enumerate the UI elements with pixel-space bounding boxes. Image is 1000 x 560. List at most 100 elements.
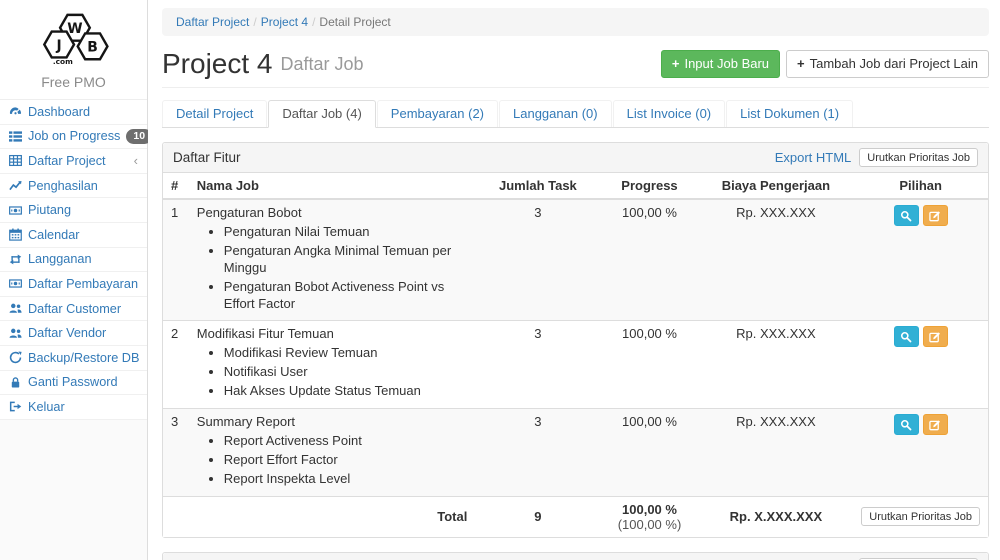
breadcrumb-separator: / <box>312 15 315 29</box>
urutkan-prioritas-job-button[interactable]: Urutkan Prioritas Job <box>859 148 978 167</box>
subtask-item: Modifikasi Review Temuan <box>224 344 468 363</box>
job-name: Summary Report <box>197 414 295 429</box>
sidebar-item-ganti-password[interactable]: Ganti Password <box>0 371 147 396</box>
job-name: Pengaturan Bobot <box>197 205 302 220</box>
edit-job-button[interactable] <box>923 326 948 347</box>
tambah-job-dari-project-lain-button[interactable]: +Tambah Job dari Project Lain <box>786 50 989 79</box>
breadcrumb-current: Detail Project <box>319 15 390 29</box>
progress-value: 100,00 % <box>600 409 698 497</box>
column-header: Progress <box>600 173 698 199</box>
task-count: 3 <box>475 409 600 497</box>
column-header: Jumlah Task <box>475 173 600 199</box>
task-count: 3 <box>475 199 600 321</box>
task-count: 3 <box>475 321 600 409</box>
sidebar-item-label: Keluar <box>28 400 65 414</box>
column-header: Nama Job <box>189 173 476 199</box>
column-header: Pilihan <box>853 173 988 199</box>
app-window: W J B .com Free PMO Dashboard Job on Pro… <box>0 0 1000 560</box>
sidebar-item-label: Penghasilan <box>28 179 98 193</box>
tab-langganan[interactable]: Langganan (0) <box>499 100 612 127</box>
view-job-button[interactable] <box>894 414 919 435</box>
table-row: 3 Summary Report Report Activeness Point… <box>163 409 988 497</box>
sidebar-item-label: Piutang <box>28 203 71 217</box>
progress-value: 100,00 % <box>600 321 698 409</box>
lock-icon <box>8 376 22 389</box>
tab-list-invoice[interactable]: List Invoice (0) <box>613 100 726 127</box>
dashboard-icon <box>8 105 22 118</box>
breadcrumb-link-project-4[interactable]: Project 4 <box>261 15 308 29</box>
main-content: Daftar Project/Project 4/Detail Project … <box>148 0 1000 560</box>
subtask-item: Report Activeness Point <box>224 432 468 451</box>
sidebar-item-label: Langganan <box>28 252 92 266</box>
list-icon <box>8 130 22 143</box>
subtask-item: Report Effort Factor <box>224 451 468 470</box>
row-number: 3 <box>163 409 189 497</box>
table-row: 2 Modifikasi Fitur Temuan Modifikasi Rev… <box>163 321 988 409</box>
subtask-item: Report Inspekta Level <box>224 470 468 489</box>
page-title: Project 4 <box>162 48 273 80</box>
subtask-item: Pengaturan Bobot Activeness Point vs Eff… <box>224 278 468 314</box>
breadcrumb-separator: / <box>253 15 256 29</box>
tab-pembayaran[interactable]: Pembayaran (2) <box>377 100 498 127</box>
sidebar-item-daftar-pembayaran[interactable]: Daftar Pembayaran <box>0 272 147 297</box>
plus-icon: + <box>672 56 680 73</box>
users-icon <box>8 327 22 340</box>
tab-list-dokumen[interactable]: List Dokumen (1) <box>726 100 853 127</box>
line-chart-icon <box>8 179 22 192</box>
sidebar-item-daftar-vendor[interactable]: Daftar Vendor <box>0 321 147 346</box>
sidebar-item-label: Daftar Vendor <box>28 326 106 340</box>
export-html-link[interactable]: Export HTML <box>775 150 852 165</box>
edit-job-button[interactable] <box>923 205 948 226</box>
sidebar-item-label: Daftar Project <box>28 154 106 168</box>
table-row: 1 Pengaturan Bobot Pengaturan Nilai Temu… <box>163 199 988 321</box>
sidebar-item-keluar[interactable]: Keluar <box>0 395 147 420</box>
sidebar-item-label: Daftar Pembayaran <box>28 277 138 291</box>
table-icon <box>8 154 22 167</box>
urutkan-prioritas-job-button[interactable]: Urutkan Prioritas Job <box>861 507 980 526</box>
sidebar-item-label: Calendar <box>28 228 80 242</box>
sidebar-item-daftar-project[interactable]: Daftar Project ‹ <box>0 149 147 174</box>
total-task-count: 9 <box>475 496 600 537</box>
sidebar-item-penghasilan[interactable]: Penghasilan <box>0 174 147 199</box>
sidebar-item-label: Backup/Restore DB <box>28 351 139 365</box>
plus-icon: + <box>797 56 805 73</box>
fitur-tambahan-panel: Fitur Tambahan Export HTML Urutkan Prior… <box>162 552 989 560</box>
total-label: Total <box>189 496 476 537</box>
tab-detail-project[interactable]: Detail Project <box>162 100 267 127</box>
progress-value: 100,00 % <box>600 199 698 321</box>
refresh-icon <box>8 351 22 364</box>
sidebar-item-label: Daftar Customer <box>28 302 121 316</box>
tab-daftar-job[interactable]: Daftar Job (4) <box>268 100 375 128</box>
retweet-icon <box>8 253 22 266</box>
breadcrumb-link-daftar-project[interactable]: Daftar Project <box>176 15 249 29</box>
total-cost: Rp. X.XXX.XXX <box>699 496 854 537</box>
sidebar-item-dashboard[interactable]: Dashboard <box>0 100 147 125</box>
edit-job-button[interactable] <box>923 414 948 435</box>
total-row: Total 9 100,00 % (100,00 %) Rp. X.XXX.XX… <box>163 496 988 537</box>
sidebar-item-piutang[interactable]: Piutang <box>0 198 147 223</box>
money-icon <box>8 277 22 290</box>
sign-out-icon <box>8 400 22 413</box>
sidebar: W J B .com Free PMO Dashboard Job on Pro… <box>0 0 148 560</box>
page-header: Project 4 Daftar Job +Input Job Baru +Ta… <box>162 48 989 88</box>
view-job-button[interactable] <box>894 205 919 226</box>
sidebar-item-job-on-progress[interactable]: Job on Progress 10 <box>0 125 147 150</box>
cost-value: Rp. XXX.XXX <box>699 409 854 497</box>
svg-text:J: J <box>55 38 61 54</box>
column-header: Biaya Pengerjaan <box>699 173 854 199</box>
svg-text:W: W <box>67 21 82 37</box>
view-job-button[interactable] <box>894 326 919 347</box>
row-number: 1 <box>163 199 189 321</box>
users-icon <box>8 302 22 315</box>
job-name: Modifikasi Fitur Temuan <box>197 326 334 341</box>
brand-logo-link[interactable]: W J B .com Free PMO <box>0 0 147 99</box>
sidebar-item-calendar[interactable]: Calendar <box>0 223 147 248</box>
cost-value: Rp. XXX.XXX <box>699 199 854 321</box>
svg-text:.com: .com <box>52 57 72 66</box>
sidebar-item-langganan[interactable]: Langganan <box>0 248 147 273</box>
sidebar-item-backup-restore[interactable]: Backup/Restore DB <box>0 346 147 371</box>
sidebar-item-daftar-customer[interactable]: Daftar Customer <box>0 297 147 322</box>
sidebar-item-label: Job on Progress <box>28 129 120 143</box>
cost-value: Rp. XXX.XXX <box>699 321 854 409</box>
input-job-baru-button[interactable]: +Input Job Baru <box>661 50 780 79</box>
